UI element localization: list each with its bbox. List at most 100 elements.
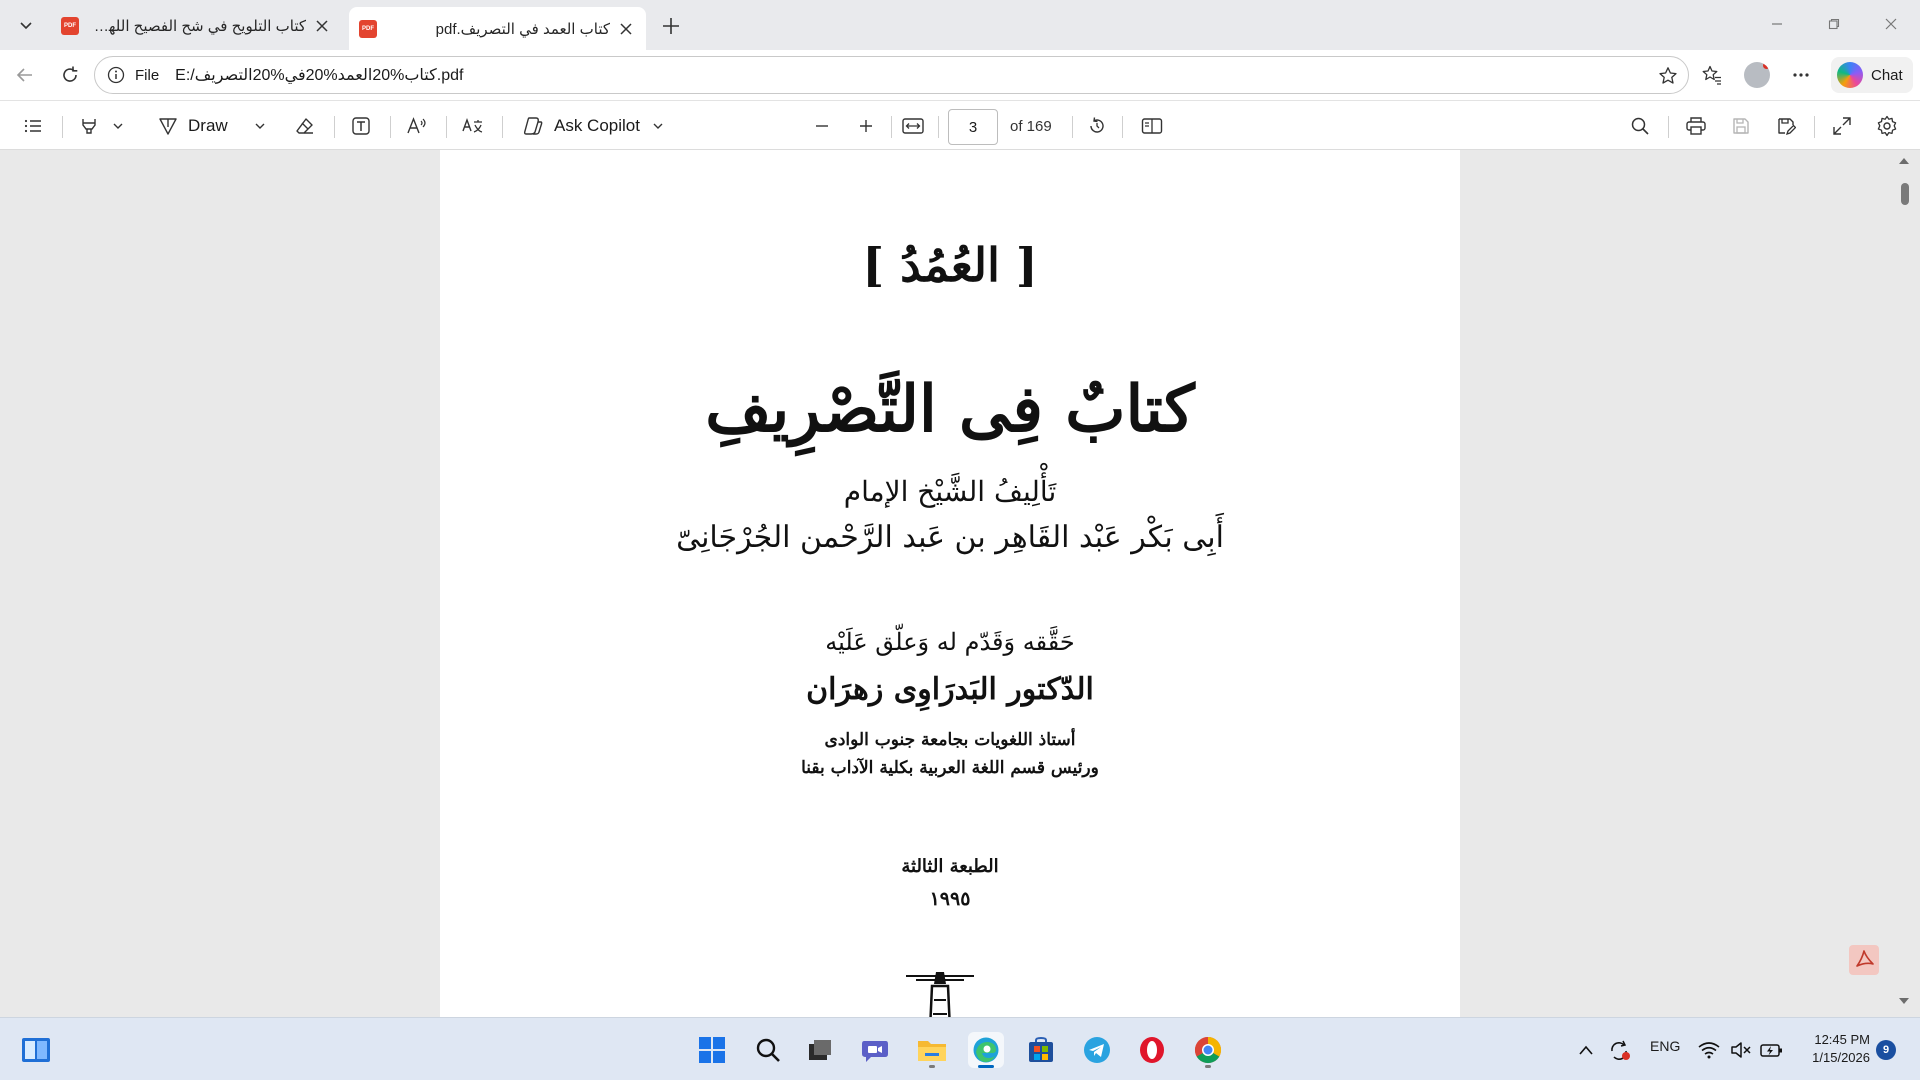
store-icon [1029, 1036, 1053, 1062]
sync-status-button[interactable] [1605, 1036, 1635, 1066]
info-icon [107, 66, 125, 84]
address-input[interactable]: File E:/كتاب%20العمد%20في%20التصريف.pdf [94, 56, 1689, 94]
scroll-down-button[interactable] [1899, 996, 1909, 1006]
pen-icon [159, 118, 177, 135]
search-button[interactable] [750, 1032, 786, 1068]
clock-time: 12:45 PM [1814, 1032, 1870, 1047]
save-icon [1733, 118, 1749, 134]
zoom-out-button[interactable] [805, 109, 839, 143]
plus-icon [860, 120, 872, 132]
close-window-button[interactable] [1868, 4, 1914, 44]
list-icon [24, 119, 41, 133]
settings-more-button[interactable] [1784, 58, 1818, 92]
input-language-indicator[interactable]: ENG [1650, 1038, 1680, 1054]
restore-button[interactable] [1811, 4, 1857, 44]
chevron-down-icon [113, 123, 123, 129]
read-aloud-icon [407, 117, 426, 134]
find-button[interactable] [1623, 109, 1657, 143]
ask-copilot-button[interactable]: Ask Copilot [516, 109, 670, 143]
microsoft-store-button[interactable] [1023, 1032, 1059, 1068]
tab-umad[interactable]: PDF كتاب العمد في التصريف.pdf [349, 7, 646, 50]
pdf-settings-button[interactable] [1870, 109, 1904, 143]
telegram-button[interactable] [1079, 1032, 1115, 1068]
avatar [1744, 62, 1770, 88]
file-explorer-button[interactable] [914, 1032, 950, 1068]
new-tab-button[interactable] [655, 10, 687, 42]
zoom-in-button[interactable] [849, 109, 883, 143]
copilot-chat-button[interactable]: Chat [1831, 57, 1913, 93]
clock-date: 1/15/2026 [1812, 1050, 1870, 1065]
profile-button[interactable] [1740, 58, 1774, 92]
chevron-down-icon [653, 123, 663, 129]
highlight-options-button[interactable] [106, 109, 130, 143]
book-heading: [ العُمُدُ ] [862, 238, 1038, 292]
site-info-icon[interactable] [105, 64, 127, 86]
teams-chat-button[interactable] [857, 1032, 893, 1068]
close-icon [620, 22, 632, 35]
fit-to-width-button[interactable] [896, 109, 930, 143]
highlight-button[interactable] [72, 109, 106, 143]
printer-icon [1686, 117, 1706, 135]
telegram-icon [1084, 1037, 1110, 1063]
back-button[interactable] [8, 58, 42, 92]
toolbar-divider [446, 116, 447, 138]
gear-icon [1877, 115, 1897, 137]
widgets-button[interactable] [18, 1032, 54, 1068]
pdf-toolbar: Draw Ask Copilot 3 of 169 [0, 100, 1920, 150]
folder-icon [918, 1041, 946, 1061]
caret-down-icon [1899, 998, 1909, 1004]
save-as-button[interactable] [1769, 109, 1803, 143]
task-view-button[interactable] [802, 1032, 838, 1068]
editor-role-2: ورئيس قسم اللغة العربية بكلية الآداب بقن… [801, 758, 1099, 778]
add-text-button[interactable] [344, 109, 378, 143]
scrollbar-thumb[interactable] [1901, 183, 1909, 205]
sync-icon [1611, 1040, 1630, 1061]
battery-button[interactable] [1758, 1036, 1786, 1064]
save-button[interactable] [1724, 109, 1758, 143]
opera-icon [1140, 1037, 1164, 1063]
favorites-button[interactable] [1695, 58, 1729, 92]
rotate-icon [1090, 117, 1104, 133]
minimize-button[interactable] [1754, 4, 1800, 44]
acrobat-button[interactable] [1849, 945, 1879, 975]
start-button[interactable] [694, 1032, 730, 1068]
toolbar-divider [891, 116, 892, 138]
draw-label: Draw [188, 116, 228, 135]
volume-button[interactable] [1727, 1036, 1755, 1064]
tab-close-button[interactable] [312, 16, 332, 36]
draw-options-button[interactable] [248, 109, 272, 143]
translate-button[interactable] [456, 109, 490, 143]
current-page-value: 3 [968, 118, 978, 136]
tab-actions-menu-button[interactable] [9, 8, 43, 42]
edge-icon [973, 1037, 999, 1063]
minimize-icon [1772, 23, 1782, 25]
erase-button[interactable] [288, 109, 322, 143]
battery-charging-icon [1760, 1044, 1782, 1057]
pdf-viewer[interactable]: [ العُمُدُ ] كتابٌ فِى التَّصْرِيفِ تَأْ… [0, 150, 1920, 1017]
show-hidden-icons-button[interactable] [1572, 1036, 1600, 1064]
tab-close-button[interactable] [616, 19, 636, 39]
task-view-icon [809, 1040, 831, 1060]
opera-button[interactable] [1134, 1032, 1170, 1068]
clock[interactable]: 12:45 PM 1/15/2026 [1800, 1031, 1870, 1067]
pdf-file-icon: PDF [61, 16, 79, 35]
fullscreen-button[interactable] [1825, 109, 1859, 143]
draw-button[interactable]: Draw [152, 109, 244, 143]
wifi-button[interactable] [1695, 1036, 1723, 1064]
contents-button[interactable] [16, 109, 50, 143]
print-button[interactable] [1679, 109, 1713, 143]
notification-badge[interactable]: 9 [1876, 1040, 1896, 1060]
editor-intro: حَقَّقه وَقَدّم له وَعلّق عَلَيْه [825, 628, 1075, 656]
page-view-button[interactable] [1135, 109, 1169, 143]
refresh-button[interactable] [53, 58, 87, 92]
windows-icon [699, 1037, 725, 1063]
read-aloud-button[interactable] [400, 109, 434, 143]
tab-tahwih[interactable]: PDF كتاب التلويح في شح الفصيح اللهروى [51, 7, 342, 44]
chrome-button[interactable] [1190, 1032, 1226, 1068]
page-number-input[interactable]: 3 [948, 109, 998, 145]
edge-button[interactable] [968, 1032, 1004, 1068]
toolbar-divider [1668, 116, 1669, 138]
scroll-up-button[interactable] [1899, 156, 1909, 166]
rotate-button[interactable] [1080, 109, 1114, 143]
favorite-star-button[interactable] [1656, 64, 1680, 88]
